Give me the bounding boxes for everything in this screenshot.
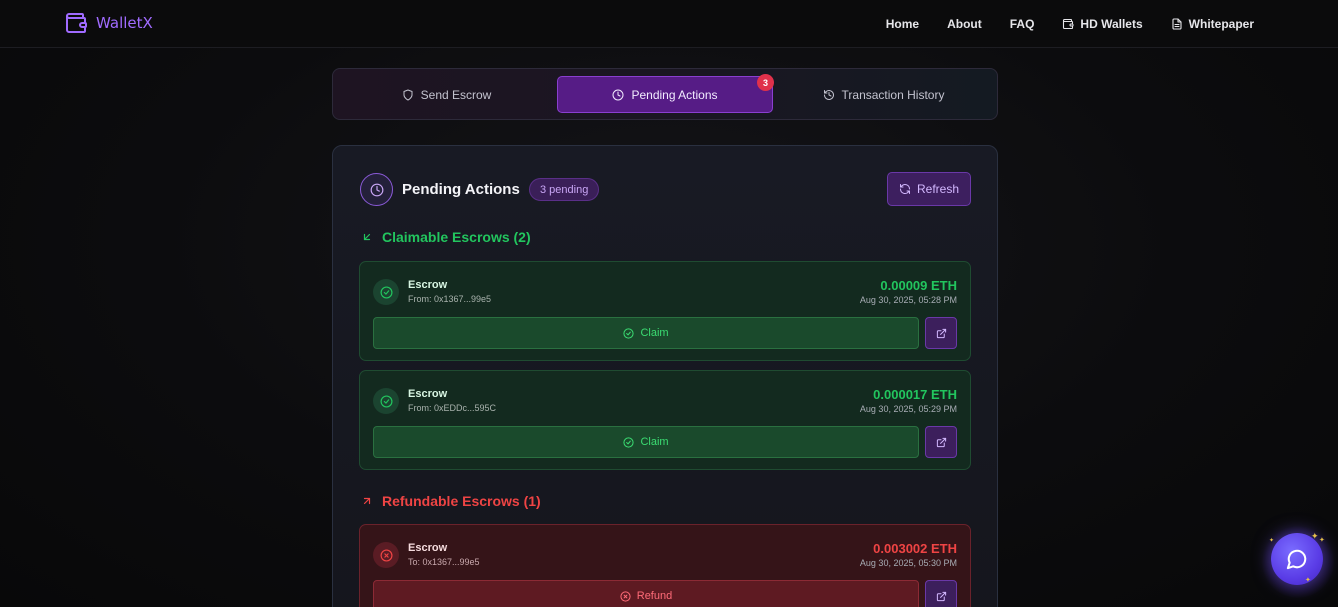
tab-pending-actions[interactable]: Pending Actions 3: [557, 74, 774, 113]
nav-link-label: Home: [885, 17, 920, 31]
history-icon: [823, 89, 834, 100]
panel-header-icon: [360, 173, 393, 206]
escrow-amount: 0.003002 ETH: [873, 541, 957, 556]
claim-label: Claim: [640, 436, 669, 448]
document-icon: [1172, 18, 1182, 30]
view-on-explorer-button[interactable]: [925, 580, 957, 607]
escrow-amount: 0.00009 ETH: [880, 278, 957, 293]
nav-link-about[interactable]: About: [947, 17, 982, 31]
escrow-sender: From: 0x1367...99e5: [408, 294, 492, 304]
refundable-escrow-card: Escrow To: 0x1367...99e5 0.003002 ETH Au…: [359, 524, 971, 607]
nav-links: Home About FAQ HD Wallets Whitepaper: [886, 0, 1254, 48]
nav-link-label: Whitepaper: [1188, 17, 1254, 31]
escrow-sender: From: 0xEDDc...595C: [408, 403, 497, 413]
refund-button[interactable]: Refund: [373, 580, 919, 607]
claimable-section-title: Claimable Escrows (2): [361, 229, 531, 245]
brand[interactable]: WalletX: [64, 11, 153, 35]
nav-link-label: HD Wallets: [1080, 17, 1143, 31]
view-on-explorer-button[interactable]: [925, 317, 957, 349]
sparkle-icon: ✦: [1305, 577, 1311, 584]
claim-button[interactable]: Claim: [373, 426, 919, 458]
claimable-escrow-card: Escrow From: 0xEDDc...595C 0.000017 ETH …: [359, 370, 971, 470]
tab-label: Pending Actions: [631, 87, 718, 102]
view-on-explorer-button[interactable]: [925, 426, 957, 458]
tab-label: Send Escrow: [420, 87, 492, 102]
check-circle-icon: [623, 327, 635, 339]
nav-link-faq[interactable]: FAQ: [1010, 17, 1035, 31]
external-link-icon: [936, 328, 946, 338]
chat-bubble-icon: [1286, 549, 1307, 570]
section-title-label: Refundable Escrows (1): [382, 493, 541, 509]
shield-icon: [403, 89, 413, 100]
sparkle-icon: ✦: [1319, 537, 1325, 544]
tab-transaction-history[interactable]: Transaction History: [776, 76, 991, 113]
clock-icon: [370, 183, 383, 196]
external-link-icon: [936, 437, 946, 447]
check-circle-icon: [623, 436, 635, 448]
nav-link-home[interactable]: Home: [886, 17, 919, 31]
escrow-label: Escrow: [408, 388, 448, 400]
refundable-section-title: Refundable Escrows (1): [361, 493, 541, 509]
pending-count-badge: 3: [757, 74, 774, 91]
check-circle-icon: [373, 279, 399, 305]
panel-title: Pending Actions: [402, 181, 520, 198]
claim-label: Claim: [640, 327, 669, 339]
nav-link-whitepaper[interactable]: Whitepaper: [1171, 17, 1254, 31]
nav-link-label: FAQ: [1009, 17, 1035, 31]
refund-label: Refund: [636, 590, 673, 602]
sparkle-icon: ✦: [1311, 531, 1319, 541]
x-circle-icon: [620, 590, 631, 602]
pending-actions-panel: Pending Actions 3 pending Refresh Claima…: [332, 145, 998, 607]
refresh-label: Refresh: [916, 182, 960, 196]
escrow-label: Escrow: [408, 542, 448, 554]
nav-link-hd-wallets[interactable]: HD Wallets: [1062, 17, 1143, 31]
pending-count-pill: 3 pending: [529, 178, 600, 201]
section-title-label: Claimable Escrows (2): [382, 229, 531, 245]
x-circle-icon: [373, 542, 399, 568]
external-link-icon: [936, 591, 946, 601]
escrow-date: Aug 30, 2025, 05:28 PM: [859, 295, 957, 305]
escrow-date: Aug 30, 2025, 05:29 PM: [859, 404, 957, 414]
brand-name: WalletX: [96, 14, 153, 32]
escrow-label: Escrow: [408, 279, 448, 291]
nav-link-label: About: [947, 17, 982, 31]
arrow-down-left-icon: [363, 233, 371, 241]
tab-label: Transaction History: [841, 87, 945, 102]
sparkle-icon: ✦: [1269, 538, 1275, 544]
escrow-recipient: To: 0x1367...99e5: [408, 557, 480, 567]
escrow-tabs: Send Escrow Pending Actions 3 Transactio…: [332, 68, 998, 120]
claimable-escrow-card: Escrow From: 0x1367...99e5 0.00009 ETH A…: [359, 261, 971, 361]
wallet-logo-icon: [66, 13, 87, 33]
top-navbar: WalletX Home About FAQ HD Wallets Whitep…: [0, 0, 1338, 48]
claim-button[interactable]: Claim: [373, 317, 919, 349]
check-circle-icon: [373, 388, 399, 414]
escrow-date: Aug 30, 2025, 05:30 PM: [859, 558, 957, 568]
refresh-button[interactable]: Refresh: [887, 172, 971, 206]
arrow-up-right-icon: [363, 497, 371, 505]
tab-send-escrow[interactable]: Send Escrow: [339, 76, 554, 113]
wallet-icon: [1063, 18, 1074, 30]
clock-icon: [612, 89, 624, 100]
refresh-icon: [899, 184, 910, 194]
escrow-amount: 0.000017 ETH: [873, 387, 957, 402]
